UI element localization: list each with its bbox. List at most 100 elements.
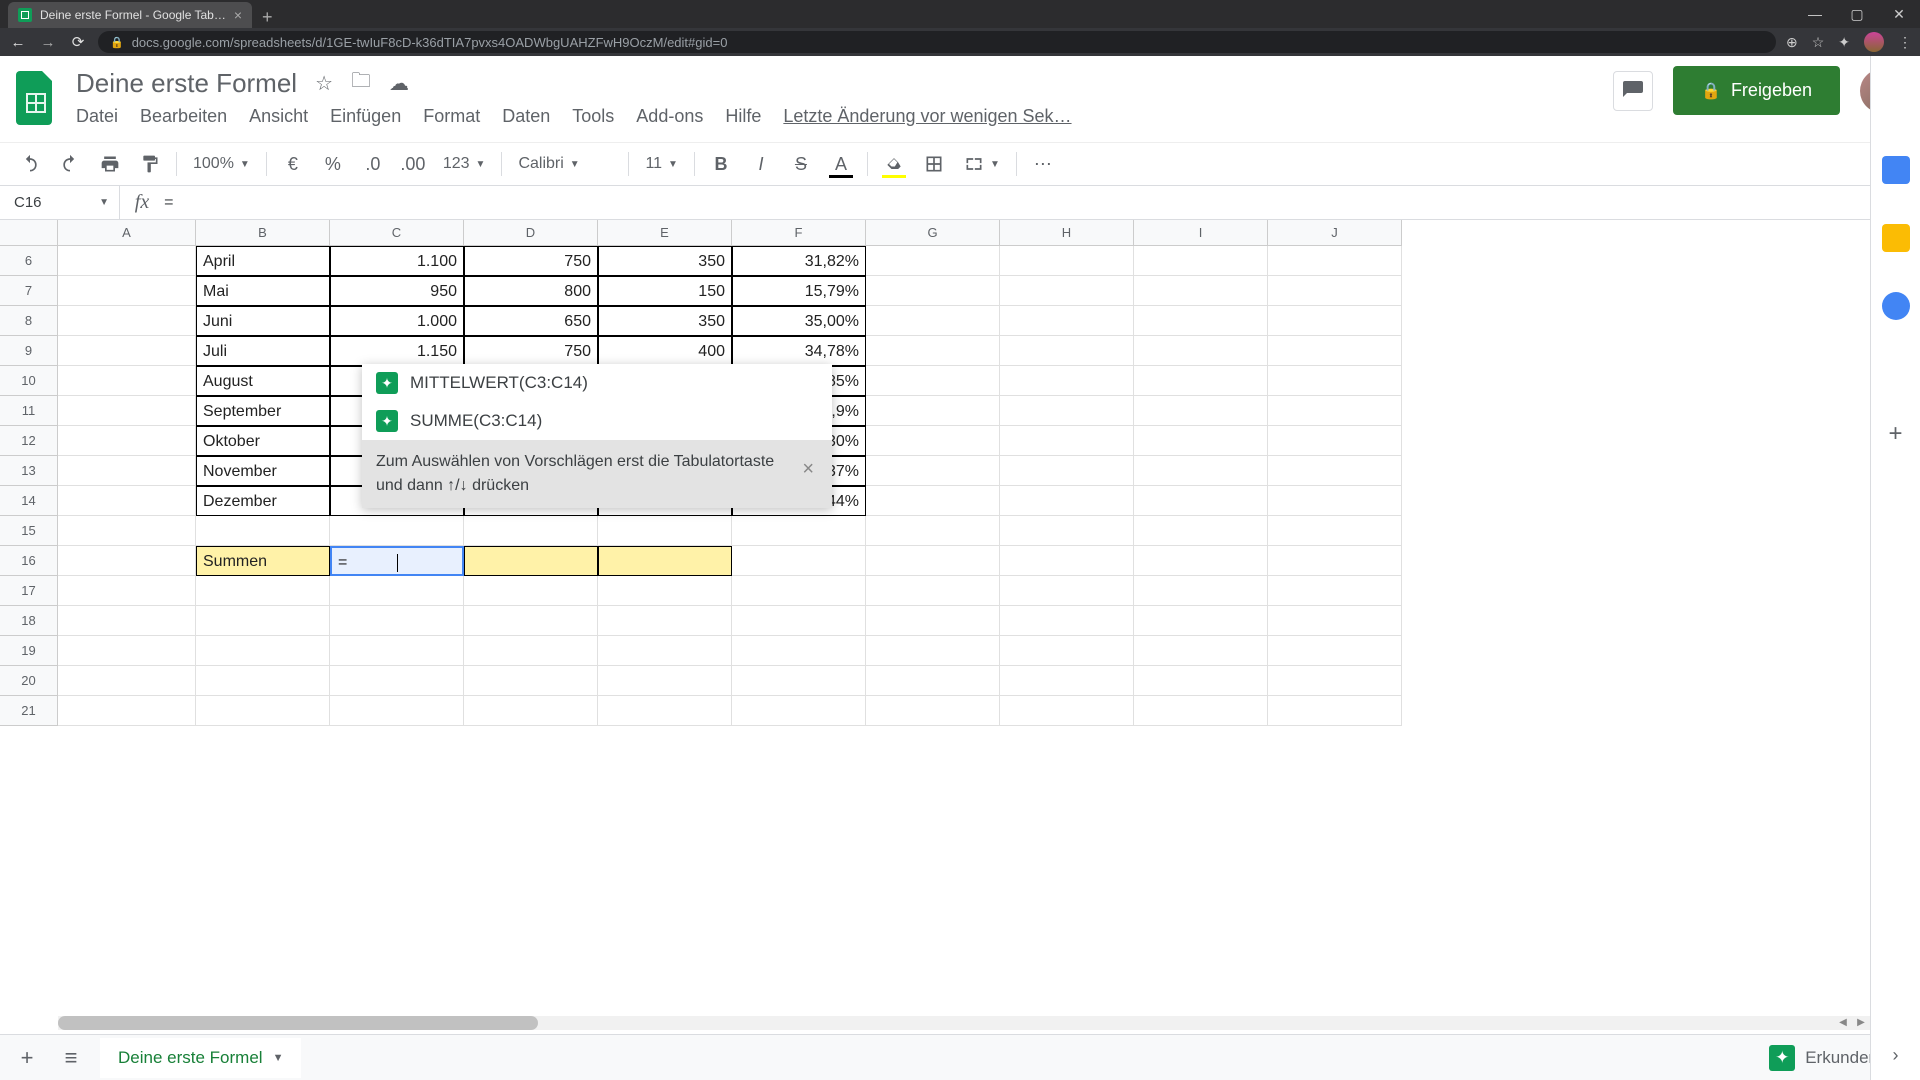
row-header[interactable]: 6 bbox=[0, 246, 58, 276]
table-row[interactable]: 19 bbox=[0, 636, 1920, 666]
font-select[interactable]: Calibri▼ bbox=[510, 155, 620, 173]
menu-view[interactable]: Ansicht bbox=[249, 106, 308, 127]
more-button[interactable]: ⋯ bbox=[1025, 146, 1061, 182]
menu-addons[interactable]: Add-ons bbox=[636, 106, 703, 127]
chevron-down-icon[interactable]: ▼ bbox=[273, 1052, 284, 1064]
col-header[interactable]: B bbox=[196, 220, 330, 246]
expand-panel-icon[interactable]: › bbox=[1893, 1045, 1899, 1066]
menu-data[interactable]: Daten bbox=[502, 106, 550, 127]
col-header[interactable]: I bbox=[1134, 220, 1268, 246]
close-tab-icon[interactable]: × bbox=[234, 7, 242, 23]
borders-button[interactable] bbox=[916, 146, 952, 182]
add-addon-icon[interactable]: + bbox=[1888, 420, 1902, 448]
row-header[interactable]: 7 bbox=[0, 276, 58, 306]
browser-tab[interactable]: Deine erste Formel - Google Tab… × bbox=[8, 2, 252, 28]
menu-tools[interactable]: Tools bbox=[572, 106, 614, 127]
italic-button[interactable]: I bbox=[743, 146, 779, 182]
reload-button[interactable]: ⟳ bbox=[68, 33, 88, 51]
active-cell[interactable]: = bbox=[330, 546, 464, 576]
cloud-status-icon[interactable]: ☁ bbox=[389, 71, 409, 96]
close-window-icon[interactable]: ✕ bbox=[1878, 0, 1920, 28]
calendar-icon[interactable] bbox=[1882, 156, 1910, 184]
sum-label-cell[interactable]: Summen bbox=[196, 546, 330, 576]
row-header[interactable]: 8 bbox=[0, 306, 58, 336]
currency-button[interactable]: € bbox=[275, 146, 311, 182]
horizontal-scrollbar[interactable] bbox=[58, 1016, 1870, 1030]
decrease-decimal-button[interactable]: .0 bbox=[355, 146, 391, 182]
zoom-icon[interactable]: ⊕ bbox=[1786, 34, 1798, 51]
table-row[interactable]: 13 November 37% bbox=[0, 456, 1920, 486]
redo-button[interactable] bbox=[52, 146, 88, 182]
row-header[interactable]: 19 bbox=[0, 636, 58, 666]
font-size-select[interactable]: 11▼ bbox=[637, 155, 686, 173]
table-row[interactable]: 16 Summen = bbox=[0, 546, 1920, 576]
increase-decimal-button[interactable]: .00 bbox=[395, 146, 431, 182]
col-header[interactable]: H bbox=[1000, 220, 1134, 246]
scroll-thumb[interactable] bbox=[58, 1016, 538, 1030]
paint-format-button[interactable] bbox=[132, 146, 168, 182]
sheet-tab[interactable]: Deine erste Formel ▼ bbox=[100, 1038, 301, 1078]
maximize-icon[interactable]: ▢ bbox=[1836, 0, 1878, 28]
bookmark-icon[interactable]: ☆ bbox=[1812, 34, 1825, 51]
url-field[interactable]: 🔒 docs.google.com/spreadsheets/d/1GE-twI… bbox=[98, 31, 1776, 53]
row-header[interactable]: 13 bbox=[0, 456, 58, 486]
explore-button[interactable]: ✦ Erkunden bbox=[1769, 1045, 1878, 1071]
table-row[interactable]: 21 bbox=[0, 696, 1920, 726]
row-header[interactable]: 11 bbox=[0, 396, 58, 426]
table-row[interactable]: 17 bbox=[0, 576, 1920, 606]
col-header[interactable]: C bbox=[330, 220, 464, 246]
table-row[interactable]: 15 bbox=[0, 516, 1920, 546]
row-header[interactable]: 16 bbox=[0, 546, 58, 576]
table-row[interactable]: 12 Oktober 30% bbox=[0, 426, 1920, 456]
row-header[interactable]: 9 bbox=[0, 336, 58, 366]
row-header[interactable]: 18 bbox=[0, 606, 58, 636]
scroll-right-icon[interactable]: ▶ bbox=[1852, 1016, 1870, 1030]
minimize-icon[interactable]: — bbox=[1794, 0, 1836, 28]
all-sheets-button[interactable]: ≡ bbox=[56, 1045, 86, 1071]
col-header[interactable]: G bbox=[866, 220, 1000, 246]
strikethrough-button[interactable]: S bbox=[783, 146, 819, 182]
fill-color-button[interactable] bbox=[876, 146, 912, 182]
chevron-down-icon[interactable]: ▼ bbox=[99, 197, 109, 208]
col-header[interactable]: A bbox=[58, 220, 196, 246]
row-header[interactable]: 17 bbox=[0, 576, 58, 606]
merge-button[interactable]: ▼ bbox=[956, 154, 1008, 174]
row-header[interactable]: 14 bbox=[0, 486, 58, 516]
percent-button[interactable]: % bbox=[315, 146, 351, 182]
document-title[interactable]: Deine erste Formel bbox=[76, 68, 297, 99]
text-color-button[interactable]: A bbox=[823, 146, 859, 182]
table-row[interactable]: 9 Juli 1.150 750 400 34,78% bbox=[0, 336, 1920, 366]
comments-button[interactable] bbox=[1613, 71, 1653, 111]
menu-help[interactable]: Hilfe bbox=[725, 106, 761, 127]
row-header[interactable]: 20 bbox=[0, 666, 58, 696]
last-edit-link[interactable]: Letzte Änderung vor wenigen Sek… bbox=[783, 106, 1071, 127]
spreadsheet-grid[interactable]: A B C D E F G H I J 6 April 1.100 750 35… bbox=[0, 220, 1920, 720]
table-row[interactable]: 18 bbox=[0, 606, 1920, 636]
name-box[interactable]: C16 ▼ bbox=[0, 186, 120, 219]
close-hint-icon[interactable]: × bbox=[798, 450, 818, 488]
table-row[interactable]: 20 bbox=[0, 666, 1920, 696]
table-row[interactable]: 11 September ,9% bbox=[0, 396, 1920, 426]
move-icon[interactable]: 🗀 bbox=[351, 66, 371, 100]
share-button[interactable]: 🔒 Freigeben bbox=[1673, 66, 1840, 115]
keep-icon[interactable] bbox=[1882, 224, 1910, 252]
star-icon[interactable]: ☆ bbox=[315, 71, 333, 96]
menu-insert[interactable]: Einfügen bbox=[330, 106, 401, 127]
print-button[interactable] bbox=[92, 146, 128, 182]
select-all-corner[interactable] bbox=[0, 220, 58, 246]
bold-button[interactable]: B bbox=[703, 146, 739, 182]
col-header[interactable]: D bbox=[464, 220, 598, 246]
suggestion-item[interactable]: ✦ SUMME(C3:C14) bbox=[362, 402, 832, 440]
back-button[interactable]: ← bbox=[8, 34, 28, 51]
table-row[interactable]: 8 Juni 1.000 650 350 35,00% bbox=[0, 306, 1920, 336]
menu-edit[interactable]: Bearbeiten bbox=[140, 106, 227, 127]
menu-icon[interactable]: ⋮ bbox=[1898, 34, 1912, 51]
forward-button[interactable]: → bbox=[38, 34, 58, 51]
col-header[interactable]: F bbox=[732, 220, 866, 246]
row-header[interactable]: 10 bbox=[0, 366, 58, 396]
number-format-select[interactable]: 123▼ bbox=[435, 155, 494, 173]
tasks-icon[interactable] bbox=[1882, 292, 1910, 320]
suggestion-item[interactable]: ✦ MITTELWERT(C3:C14) bbox=[362, 364, 832, 402]
extensions-icon[interactable]: ✦ bbox=[1838, 34, 1850, 51]
row-header[interactable]: 12 bbox=[0, 426, 58, 456]
